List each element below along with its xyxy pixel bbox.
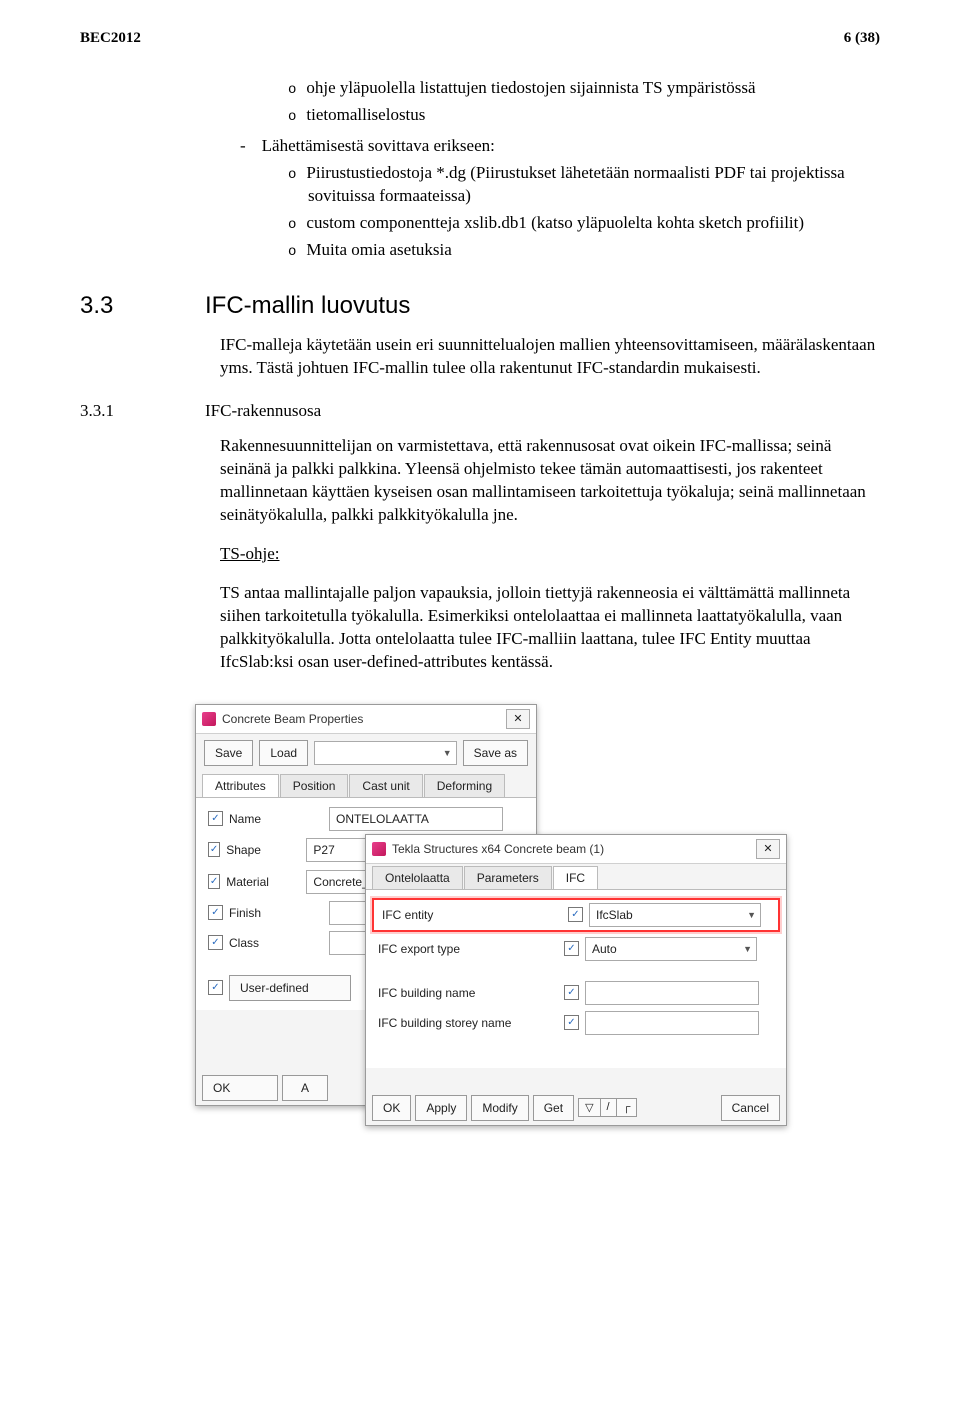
list-item: Muita omia asetuksia <box>288 239 880 262</box>
checkbox[interactable]: ✓ <box>208 905 223 920</box>
preset-dropdown[interactable]: ▼ <box>314 741 457 765</box>
concrete-beam-dialog: Tekla Structures x64 Concrete beam (1) ✕… <box>365 834 787 1126</box>
list-item: custom componentteja xslib.db1 (katso yl… <box>288 212 880 235</box>
tab-position[interactable]: Position <box>280 774 349 797</box>
checkbox[interactable]: ✓ <box>564 941 579 956</box>
name-label: Name <box>229 812 323 826</box>
toggle-icon[interactable]: / <box>601 1099 617 1116</box>
tab-ifc[interactable]: IFC <box>553 866 598 889</box>
checkbox[interactable]: ✓ <box>568 907 583 922</box>
save-as-button[interactable]: Save as <box>463 740 528 766</box>
list-item: tietomalliselostus <box>288 104 880 127</box>
doc-header-left: BEC2012 <box>80 30 141 47</box>
get-button[interactable]: Get <box>533 1095 574 1121</box>
checkbox[interactable]: ✓ <box>208 874 220 889</box>
doc-header-right: 6 (38) <box>844 30 880 47</box>
toggle-icon[interactable]: ▽ <box>579 1099 600 1116</box>
list-item: Lähettämisestä sovittava erikseen: <box>240 135 880 158</box>
list-item: Piirustustiedostoja *.dg (Piirustukset l… <box>288 162 880 208</box>
section-heading-3-3-1: 3.3.1IFC-rakennusosa <box>80 401 880 421</box>
dialog-title: Concrete Beam Properties <box>222 712 500 726</box>
a-button[interactable]: A <box>282 1075 328 1101</box>
tab-deforming[interactable]: Deforming <box>424 774 505 797</box>
checkbox[interactable]: ✓ <box>208 935 223 950</box>
cancel-button[interactable]: Cancel <box>721 1095 780 1121</box>
ok-button[interactable]: OK <box>202 1075 278 1101</box>
checkbox[interactable]: ✓ <box>564 985 579 1000</box>
ok-button[interactable]: OK <box>372 1095 411 1121</box>
apply-button[interactable]: Apply <box>415 1095 467 1121</box>
tab-attributes[interactable]: Attributes <box>202 774 279 797</box>
ifc-export-type-label: IFC export type <box>378 942 558 956</box>
list-item: ohje yläpuolella listattujen tiedostojen… <box>288 77 880 100</box>
user-defined-button[interactable]: User-defined <box>229 975 351 1001</box>
name-field[interactable]: ONTELOLAATTA <box>329 807 503 831</box>
ifc-building-name-field[interactable] <box>585 981 759 1005</box>
tekla-icon <box>202 712 216 726</box>
toggle-buttons[interactable]: ▽ / ┌ <box>578 1098 637 1117</box>
paragraph: IFC-malleja käytetään usein eri suunnitt… <box>220 334 880 380</box>
class-label: Class <box>229 936 323 950</box>
tekla-icon <box>372 842 386 856</box>
ifc-export-type-dropdown[interactable]: Auto▼ <box>585 937 757 961</box>
tab-parameters[interactable]: Parameters <box>464 866 552 889</box>
paragraph: Rakennesuunnittelijan on varmistettava, … <box>220 435 880 527</box>
ifc-entity-label: IFC entity <box>382 908 562 922</box>
material-label: Material <box>226 875 300 889</box>
save-button[interactable]: Save <box>204 740 253 766</box>
tab-ontelolaatta[interactable]: Ontelolaatta <box>372 866 463 889</box>
ifc-building-name-label: IFC building name <box>378 986 558 1000</box>
section-heading-3-3: 3.3IFC-mallin luovutus <box>80 292 880 320</box>
checkbox[interactable]: ✓ <box>564 1015 579 1030</box>
tab-cast-unit[interactable]: Cast unit <box>349 774 422 797</box>
toggle-icon[interactable]: ┌ <box>617 1099 637 1116</box>
dialog-screenshot-area: Concrete Beam Properties ✕ Save Load ▼ S… <box>195 704 915 1124</box>
shape-label: Shape <box>226 843 300 857</box>
dialog-title: Tekla Structures x64 Concrete beam (1) <box>392 842 750 856</box>
load-button[interactable]: Load <box>259 740 308 766</box>
pre-section: ohje yläpuolella listattujen tiedostojen… <box>220 77 880 262</box>
checkbox[interactable]: ✓ <box>208 980 223 995</box>
checkbox[interactable]: ✓ <box>208 842 220 857</box>
ts-ohje-label: TS-ohje: <box>220 543 880 566</box>
close-icon[interactable]: ✕ <box>756 839 780 859</box>
ifc-entity-dropdown[interactable]: IfcSlab▼ <box>589 903 761 927</box>
ifc-building-storey-name-field[interactable] <box>585 1011 759 1035</box>
finish-label: Finish <box>229 906 323 920</box>
close-icon[interactable]: ✕ <box>506 709 530 729</box>
ifc-building-storey-name-label: IFC building storey name <box>378 1016 558 1030</box>
modify-button[interactable]: Modify <box>471 1095 528 1121</box>
checkbox[interactable]: ✓ <box>208 811 223 826</box>
paragraph: TS antaa mallintajalle paljon vapauksia,… <box>220 582 880 674</box>
